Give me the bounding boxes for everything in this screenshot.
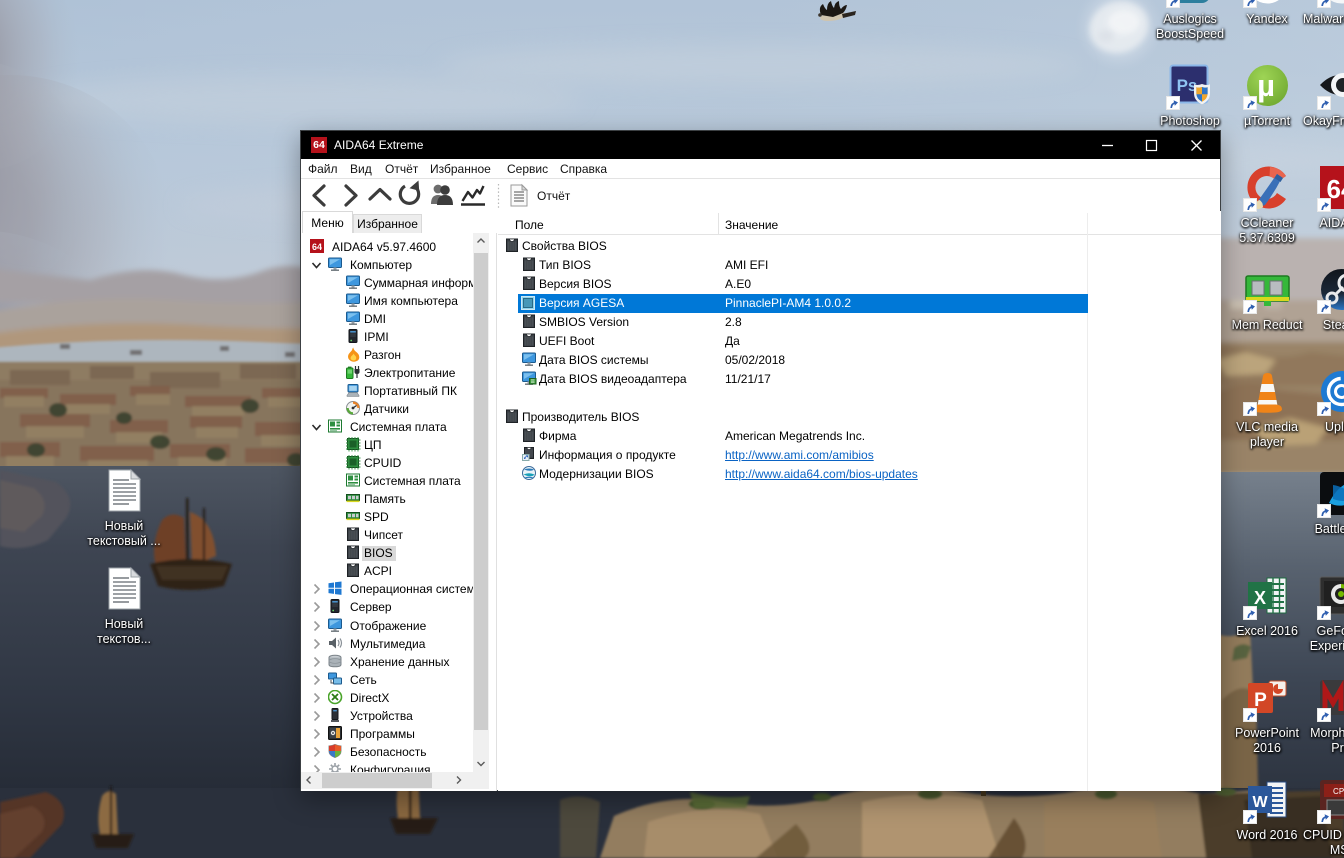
svg-text:µ: µ xyxy=(1257,68,1275,103)
svg-text:W: W xyxy=(1252,794,1268,811)
svg-text:Отчёт: Отчёт xyxy=(537,189,571,203)
svg-text:CPU: CPU xyxy=(1333,787,1344,796)
svg-text:X: X xyxy=(1253,588,1265,608)
